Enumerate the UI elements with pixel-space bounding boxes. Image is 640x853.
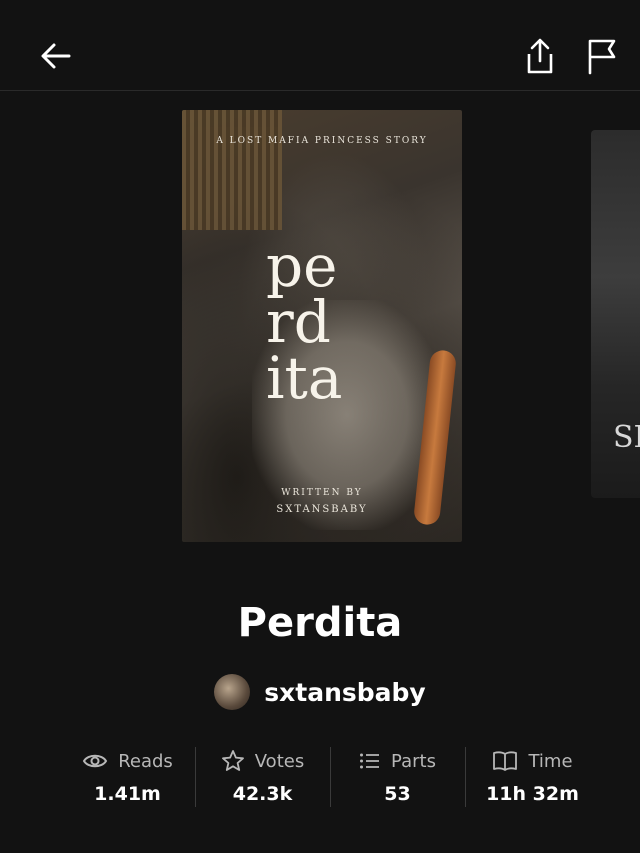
cover-written-by: WRITTEN BY: [281, 488, 363, 498]
next-cover-text: SI: [613, 420, 640, 455]
stat-value: 11h 32m: [486, 783, 579, 805]
cover-author: SXTANSBABY: [276, 504, 368, 515]
star-icon: [221, 750, 244, 771]
share-icon: [527, 38, 553, 74]
stat-label: Votes: [254, 750, 305, 772]
story-stats: Reads 1.41m Votes 42.3k Parts 53 Time 11…: [60, 745, 600, 811]
next-book-cover[interactable]: SI: [591, 130, 640, 498]
share-button[interactable]: [518, 34, 562, 78]
stat-label: Reads: [118, 750, 173, 772]
list-icon: [360, 753, 380, 769]
stat-value: 1.41m: [94, 783, 161, 805]
report-button[interactable]: [580, 34, 624, 78]
flag-icon: [588, 39, 616, 75]
arrow-left-icon: [41, 43, 71, 69]
cover-tagline: A LOST MAFIA PRINCESS STORY: [216, 136, 428, 146]
book-icon: [493, 751, 518, 771]
stat-value: 42.3k: [232, 783, 293, 805]
cover-basket-art: [182, 110, 282, 230]
stat-label: Time: [528, 750, 573, 772]
stat-parts: Parts 53: [330, 745, 465, 811]
stat-votes: Votes 42.3k: [195, 745, 330, 811]
eye-icon: [83, 754, 108, 768]
author-name[interactable]: sxtansbaby: [264, 678, 425, 707]
stat-value: 53: [384, 783, 411, 805]
stat-time: Time 11h 32m: [465, 745, 600, 811]
top-bar: [0, 0, 640, 91]
story-title: Perdita: [237, 600, 403, 646]
cover-title-line: pe: [266, 232, 338, 300]
cover-title-line: ita: [266, 344, 343, 412]
stat-label: Parts: [391, 750, 436, 772]
back-button[interactable]: [34, 34, 78, 78]
avatar[interactable]: [214, 674, 251, 710]
cover-title: pe rd ita: [266, 232, 386, 412]
stat-reads: Reads 1.41m: [60, 745, 195, 811]
author-row[interactable]: sxtansbaby: [0, 672, 640, 712]
cover-title-line: rd: [266, 288, 331, 356]
book-cover[interactable]: A LOST MAFIA PRINCESS STORY pe rd ita WR…: [182, 110, 462, 542]
